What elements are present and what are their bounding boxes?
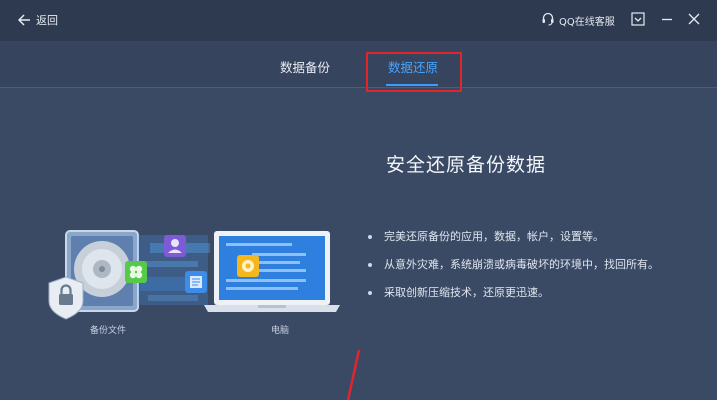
feature-text: 采取创新压缩技术，还原更迅速。: [384, 286, 549, 299]
dropdown-menu-icon: [631, 12, 645, 26]
feature-item: 完美还原备份的应用，数据，帐户，设置等。: [368, 228, 668, 245]
laptop-icon: [204, 231, 340, 312]
backup-illustration: [48, 230, 340, 320]
feature-list: 完美还原备份的应用，数据，帐户，设置等。 从意外灾难，系统崩溃或病毒破坏的环境中…: [368, 228, 668, 312]
menu-dropdown-button[interactable]: [631, 12, 647, 28]
annotation-arrow: [346, 350, 361, 400]
back-label: 返回: [36, 14, 58, 27]
qq-service-button[interactable]: QQ在线客服: [541, 12, 615, 28]
qq-service-label: QQ在线客服: [559, 16, 615, 28]
document-tile-icon: [185, 271, 207, 293]
feature-text: 从意外灾难，系统崩溃或病毒破坏的环境中，找回所有。: [384, 258, 659, 271]
app-tile-icon: [125, 261, 147, 283]
contact-tile-icon: [164, 235, 186, 257]
tab-data-backup[interactable]: 数据备份: [280, 57, 330, 76]
page-heading: 安全还原备份数据: [386, 154, 547, 176]
computer-label: 电脑: [271, 326, 290, 336]
back-button[interactable]: 返回: [18, 12, 58, 28]
close-button[interactable]: [687, 12, 703, 28]
arrow-left-icon: [18, 14, 31, 26]
title-bar: 返回 QQ在线客服: [0, 0, 717, 41]
feature-item: 从意外灾难，系统崩溃或病毒破坏的环境中，找回所有。: [368, 256, 664, 273]
highlight-box: [366, 52, 462, 92]
minimize-icon: [662, 18, 672, 21]
bullet-icon: [368, 291, 372, 295]
tab-bar: 数据备份 数据还原: [0, 41, 717, 88]
headset-icon: [541, 12, 555, 29]
backup-file-label: 备份文件: [90, 326, 127, 336]
bullet-icon: [368, 235, 372, 239]
feature-item: 采取创新压缩技术，还原更迅速。: [368, 284, 668, 301]
feature-text: 完美还原备份的应用，数据，帐户，设置等。: [384, 230, 604, 243]
bullet-icon: [368, 263, 372, 267]
lock-shield-icon: [48, 276, 84, 320]
minimize-button[interactable]: [660, 12, 676, 28]
close-icon: [688, 13, 700, 25]
